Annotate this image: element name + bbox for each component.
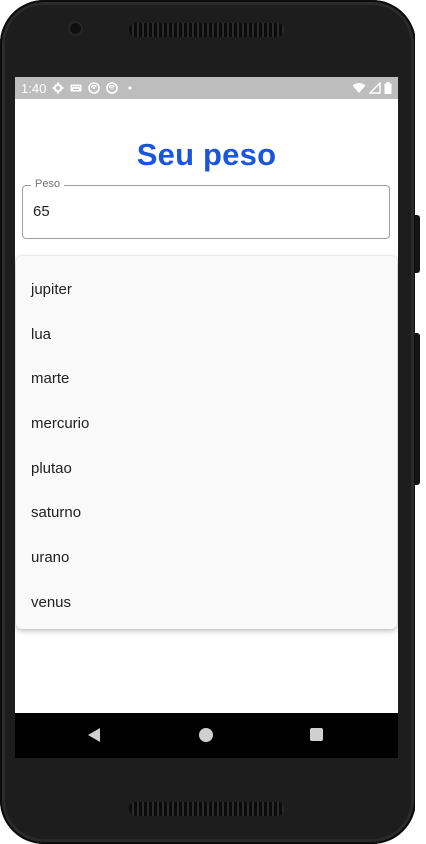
bottom-speaker-grille <box>129 802 284 816</box>
dropdown-option-saturno[interactable]: saturno <box>16 491 397 535</box>
phone-frame: 1:40 Seu peso Peso 65 jupiter lua marte … <box>0 0 416 844</box>
dropdown-option-jupiter[interactable]: jupiter <box>16 268 397 312</box>
back-icon[interactable] <box>88 728 100 742</box>
settings-icon <box>52 82 64 94</box>
weight-input-label: Peso <box>31 178 65 190</box>
app-content: Seu peso Peso 65 jupiter lua marte mercu… <box>15 99 398 713</box>
sync-icon <box>88 82 101 94</box>
sync-icon <box>106 82 119 94</box>
weight-input[interactable]: Peso 65 <box>22 178 390 239</box>
volume-button <box>415 215 420 273</box>
dropdown-option-marte[interactable]: marte <box>16 357 397 401</box>
dropdown-option-plutao[interactable]: plutao <box>16 447 397 491</box>
power-button <box>415 333 420 485</box>
top-speaker-grille <box>129 23 284 37</box>
dropdown-option-mercurio[interactable]: mercurio <box>16 402 397 446</box>
status-time: 1:40 <box>21 80 47 96</box>
page-title: Seu peso <box>136 137 277 172</box>
battery-icon <box>384 82 392 94</box>
status-bar: 1:40 <box>15 77 398 99</box>
dropdown-option-lua[interactable]: lua <box>16 313 397 357</box>
navigation-bar <box>15 713 398 758</box>
home-icon[interactable] <box>199 728 213 742</box>
front-camera <box>70 23 81 34</box>
weight-input-value[interactable]: 65 <box>33 203 50 220</box>
wifi-icon <box>352 83 366 93</box>
planet-dropdown-menu: jupiter lua marte mercurio plutao saturn… <box>16 256 397 629</box>
recents-icon[interactable] <box>310 728 323 741</box>
dropdown-option-venus[interactable]: venus <box>16 581 397 625</box>
notification-dot-icon <box>128 86 132 90</box>
signal-icon <box>369 82 381 94</box>
keyboard-icon <box>70 84 82 92</box>
device-screen: 1:40 Seu peso Peso 65 jupiter lua marte … <box>15 77 398 758</box>
dropdown-option-urano[interactable]: urano <box>16 536 397 580</box>
